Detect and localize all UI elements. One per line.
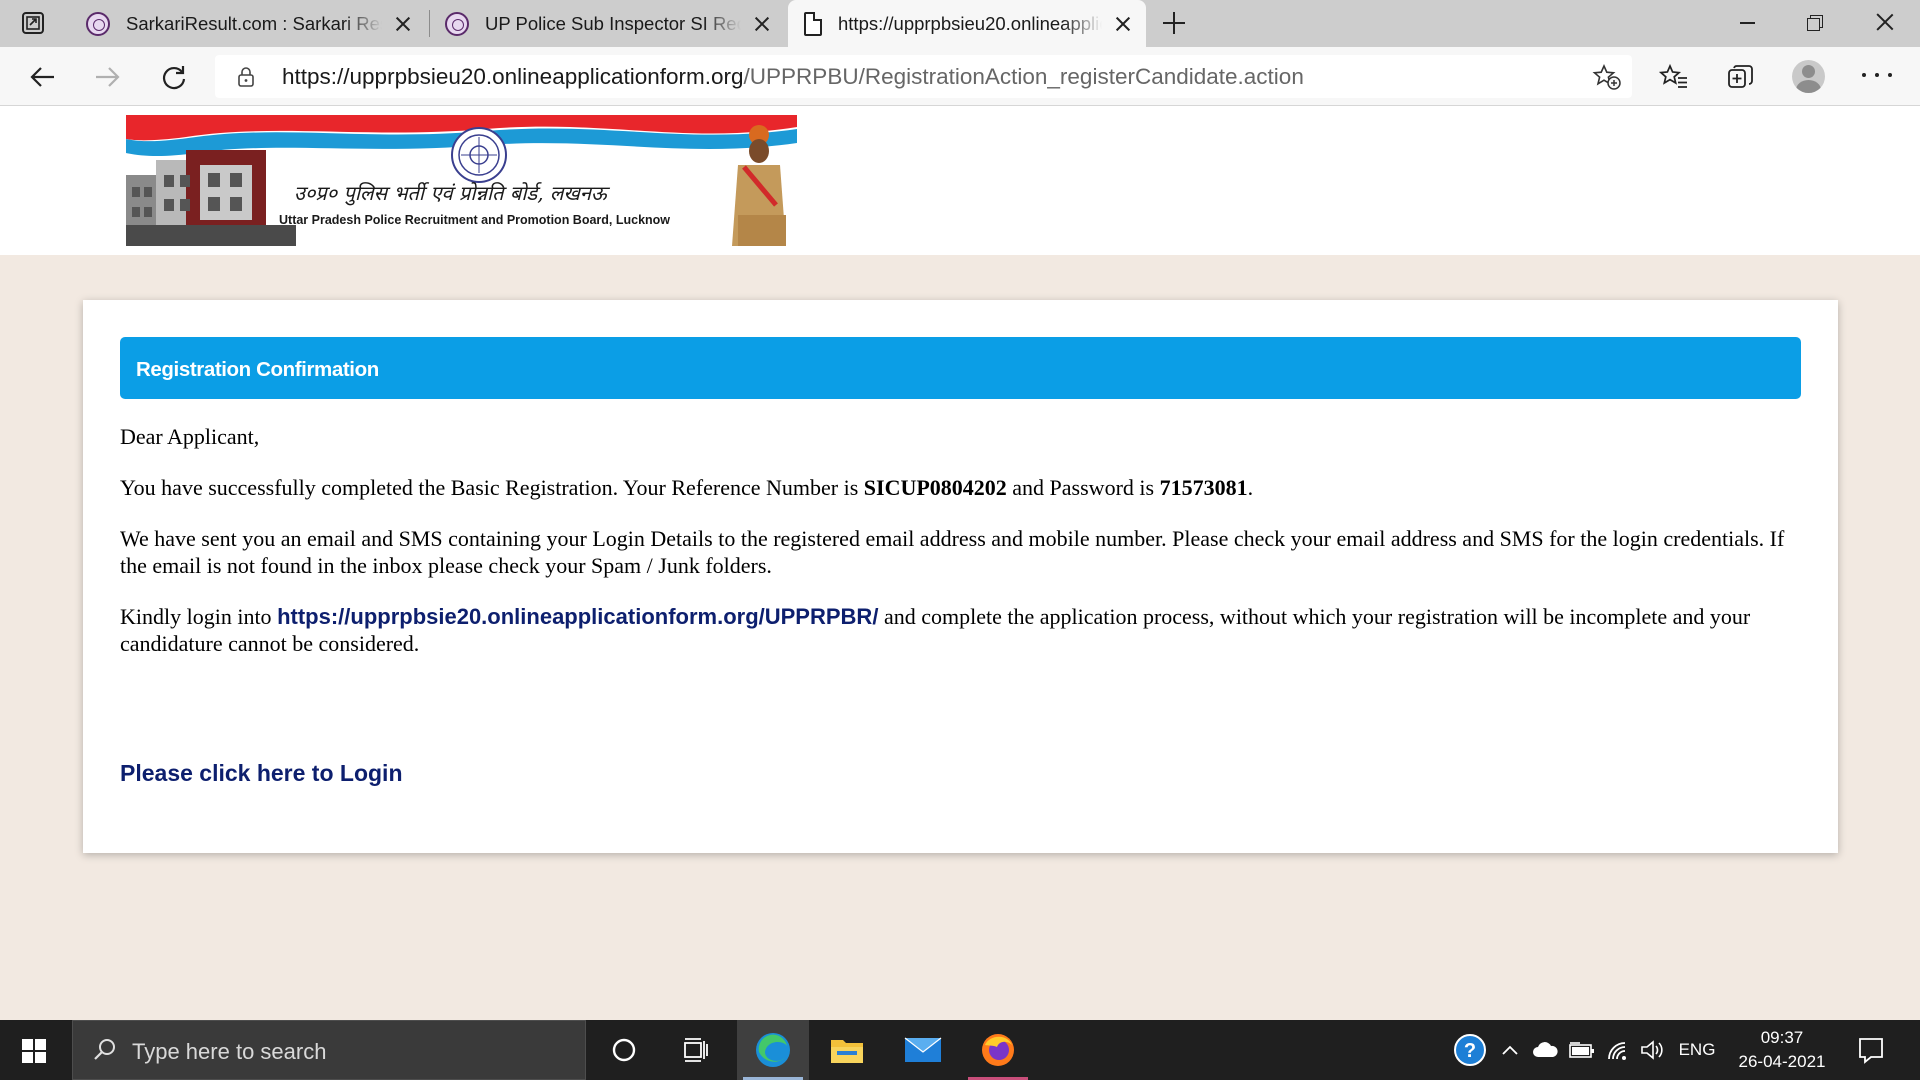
volume-icon[interactable] [1636, 1020, 1668, 1080]
site-header: उ०प्र० पुलिस भर्ती एवं प्रोन्नति बोर्ड, … [0, 106, 1920, 255]
registration-success-text: You have successfully completed the Basi… [120, 475, 1254, 500]
tab-registration-active[interactable]: https://upprpbsieu20.onlineapplicationfo… [788, 0, 1146, 47]
document-icon [804, 11, 822, 36]
login-instruction-text: Kindly login into https://upprpbsie20.on… [120, 604, 1751, 656]
clock-date: 26-04-2021 [1738, 1052, 1826, 1071]
tab-sarkari-result[interactable]: SarkariResult.com : Sarkari Result [86, 0, 414, 47]
browser-tab-bar: SarkariResult.com : Sarkari Result UP Po… [0, 0, 1920, 47]
file-explorer-icon[interactable] [811, 1020, 883, 1080]
profile-avatar-icon[interactable] [1792, 60, 1825, 93]
card-heading: Registration Confirmation [120, 337, 1801, 399]
new-tab-plus-icon[interactable] [1159, 8, 1189, 38]
tab-up-police[interactable]: UP Police Sub Inspector SI Recruitment [445, 0, 773, 47]
banner-hindi-title: उ०प्र० पुलिस भर्ती एवं प्रोन्नति बोर्ड, … [294, 181, 607, 205]
reference-number: SICUP0804202 [863, 475, 1007, 500]
confirmation-card: Registration Confirmation Dear Applicant… [83, 300, 1838, 853]
search-placeholder: Type here to search [132, 1039, 327, 1064]
email-sms-notice: We have sent you an email and SMS contai… [120, 526, 1785, 578]
battery-icon[interactable] [1566, 1020, 1598, 1080]
window-close-icon[interactable] [1870, 10, 1900, 36]
greeting-text: Dear Applicant, [120, 424, 260, 449]
system-clock[interactable]: 09:37 26-04-2021 [1724, 1026, 1840, 1074]
tab-separator [429, 10, 430, 37]
sarkari-favicon-icon [86, 11, 110, 36]
more-options-icon[interactable] [1862, 73, 1892, 79]
notification-center-icon[interactable] [1857, 1036, 1885, 1064]
upprpb-banner: उ०प्र० पुलिस भर्ती एवं प्रोन्नति बोर्ड, … [126, 115, 797, 246]
sarkari-favicon-icon [445, 11, 469, 36]
windows-taskbar: Type here to search ? ENG 09:37 26-04-20… [0, 1020, 1920, 1080]
close-icon[interactable] [751, 13, 773, 35]
lock-icon[interactable] [237, 67, 255, 87]
tab-title: UP Police Sub Inspector SI Recruitment [485, 12, 741, 34]
close-icon[interactable] [1112, 13, 1134, 35]
tab-actions-icon[interactable] [19, 10, 49, 36]
help-question-icon[interactable]: ? [1448, 1020, 1492, 1080]
cortana-icon[interactable] [588, 1020, 660, 1080]
tab-title: https://upprpbsieu20.onlineapplicationfo… [838, 12, 1102, 34]
firefox-icon[interactable] [962, 1020, 1034, 1080]
address-bar[interactable]: https://upprpbsieu20.onlineapplicationfo… [215, 55, 1632, 98]
taskbar-search-box[interactable]: Type here to search [72, 1020, 586, 1080]
edge-browser-icon[interactable] [737, 1020, 809, 1080]
refresh-icon[interactable] [154, 57, 194, 97]
wifi-icon[interactable] [1602, 1020, 1634, 1080]
login-url-link[interactable]: https://upprpbsie20.onlineapplicationfor… [277, 604, 878, 629]
click-here-login-link[interactable]: Please click here to Login [120, 760, 403, 787]
favorites-list-icon[interactable] [1654, 57, 1694, 97]
card-body: Dear Applicant, You have successfully co… [120, 423, 1801, 681]
clock-time: 09:37 [1760, 1028, 1804, 1047]
password-value: 71573081 [1159, 475, 1248, 500]
tab-title: SarkariResult.com : Sarkari Result [126, 12, 382, 34]
restore-icon[interactable] [1801, 10, 1831, 36]
input-language-indicator[interactable]: ENG [1674, 1020, 1720, 1080]
add-favorite-star-icon[interactable] [1592, 63, 1622, 91]
minimize-icon[interactable] [1733, 10, 1763, 36]
close-icon[interactable] [392, 13, 414, 35]
windows-start-icon[interactable] [22, 1039, 46, 1063]
browser-toolbar: https://upprpbsieu20.onlineapplicationfo… [0, 47, 1920, 106]
mail-icon[interactable] [887, 1020, 959, 1080]
search-icon [94, 1039, 115, 1060]
collections-icon[interactable] [1721, 57, 1761, 97]
svg-text:?: ? [1464, 1040, 1476, 1062]
task-view-icon[interactable] [660, 1020, 732, 1080]
banner-english-title: Uttar Pradesh Police Recruitment and Pro… [279, 213, 671, 227]
url-text[interactable]: https://upprpbsieu20.onlineapplicationfo… [282, 64, 1304, 90]
show-hidden-icons-chevron-icon[interactable] [1496, 1020, 1524, 1080]
back-arrow-icon[interactable] [22, 57, 62, 97]
forward-arrow-icon[interactable] [88, 57, 128, 97]
onedrive-cloud-icon[interactable] [1528, 1020, 1562, 1080]
